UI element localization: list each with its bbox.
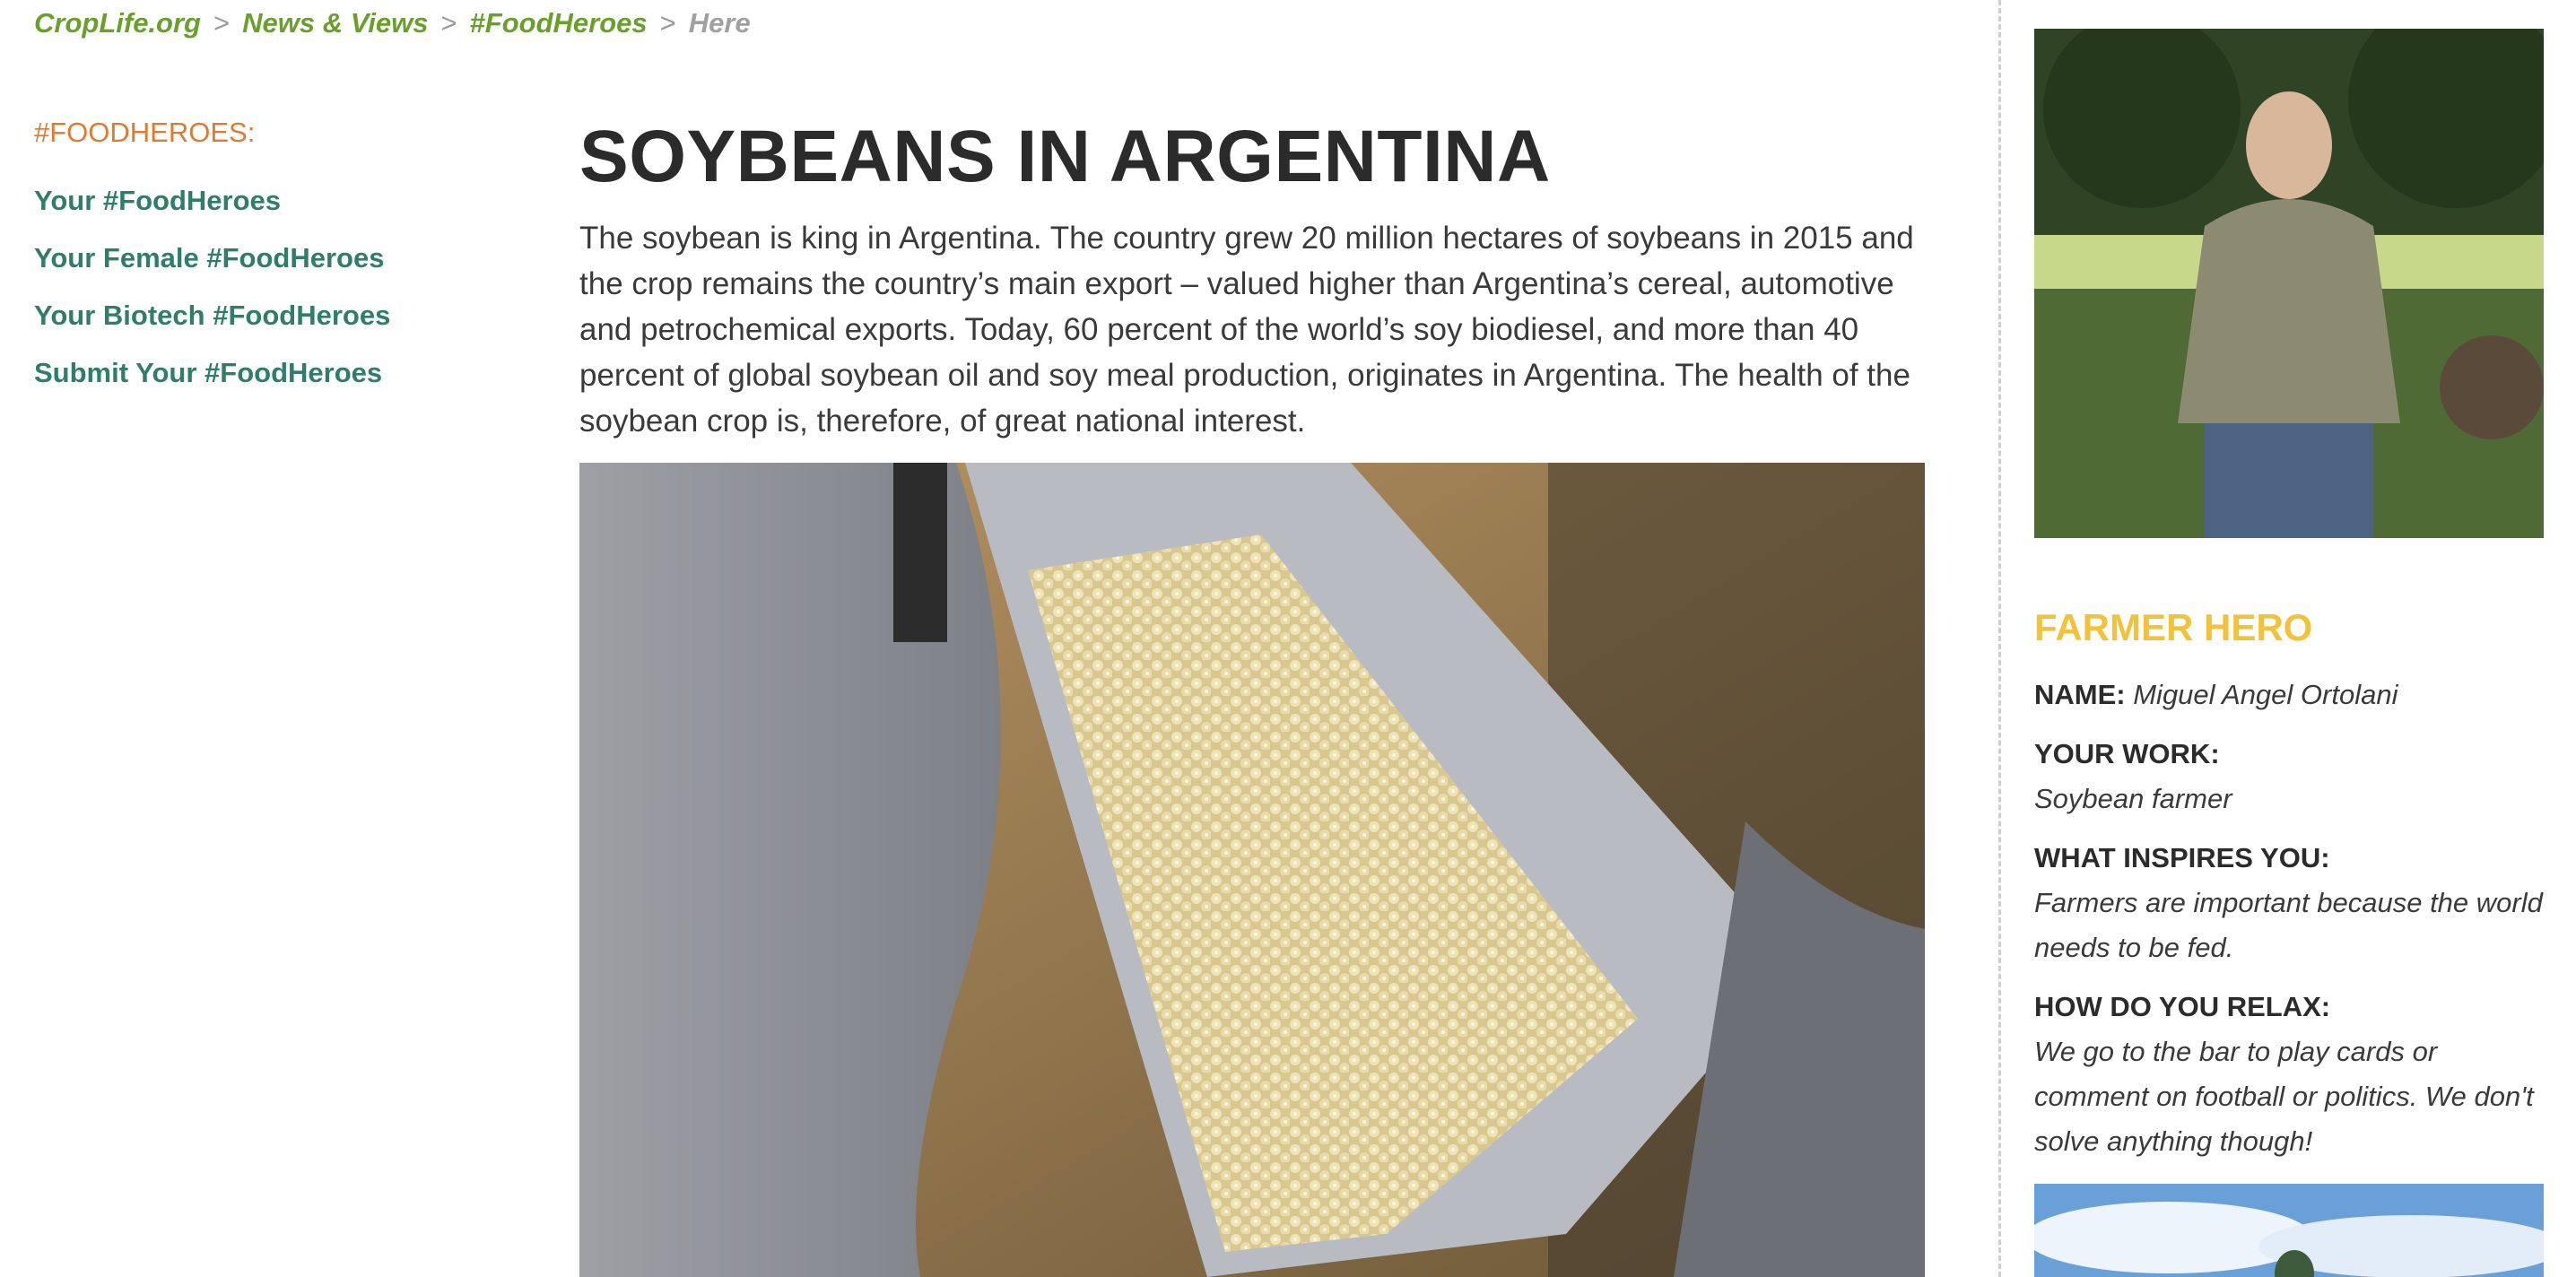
profile-work-label: YOUR WORK:	[2034, 738, 2220, 769]
sidebar-nav: #FOODHEROES: Your #FoodHeroes Your Femal…	[34, 117, 500, 414]
farmer-hero-profile: FARMER HERO NAME: Miguel Angel Ortolani …	[2034, 606, 2544, 1164]
breadcrumb-link-foodheroes[interactable]: #FoodHeroes	[470, 7, 648, 39]
sidebar-link-biotech-foodheroes[interactable]: Your Biotech #FoodHeroes	[34, 300, 500, 332]
page-title: SOYBEANS IN ARGENTINA	[579, 116, 1551, 197]
profile-work-value: Soybean farmer	[2034, 783, 2232, 814]
profile-name-label: NAME:	[2034, 679, 2126, 710]
profile-inspires-value: Farmers are important because the world …	[2034, 887, 2543, 963]
profile-title: FARMER HERO	[2034, 606, 2313, 648]
profile-relax-value: We go to the bar to play cards or commen…	[2034, 1036, 2534, 1157]
profile-inspires-label: WHAT INSPIRES YOU:	[2034, 842, 2330, 873]
profile-name-row: NAME: Miguel Angel Ortolani	[2034, 673, 2544, 717]
sidebar-link-female-foodheroes[interactable]: Your Female #FoodHeroes	[34, 242, 500, 274]
profile-relax-label: HOW DO YOU RELAX:	[2034, 991, 2331, 1022]
secondary-photo	[2034, 1184, 2544, 1277]
breadcrumb-separator: >	[213, 7, 231, 39]
sidebar-heading: #FOODHEROES:	[34, 117, 256, 148]
breadcrumb-separator: >	[659, 7, 676, 39]
breadcrumb-separator: >	[440, 7, 457, 39]
farmer-portrait-photo	[2034, 29, 2544, 538]
breadcrumb-link-news-views[interactable]: News & Views	[242, 7, 428, 39]
breadcrumb-link-home[interactable]: CropLife.org	[34, 7, 201, 39]
profile-name-value: Miguel Angel Ortolani	[2133, 679, 2398, 710]
sidebar-link-your-foodheroes[interactable]: Your #FoodHeroes	[34, 185, 500, 217]
profile-work: YOUR WORK: Soybean farmer	[2034, 732, 2544, 821]
profile-relax: HOW DO YOU RELAX: We go to the bar to pl…	[2034, 985, 2544, 1164]
soybeans-photo	[579, 463, 1925, 1277]
article: SOYBEANS IN ARGENTINA The soybean is kin…	[579, 116, 1925, 444]
column-divider	[1998, 0, 2001, 1277]
breadcrumb: CropLife.org > News & Views > #FoodHeroes > He…	[34, 7, 751, 39]
sidebar-link-submit-foodheroes[interactable]: Submit Your #FoodHeroes	[34, 357, 500, 389]
breadcrumb-current: Here	[688, 7, 751, 39]
profile-inspires: WHAT INSPIRES YOU: Farmers are important…	[2034, 836, 2544, 970]
article-intro: The soybean is king in Argentina. The co…	[579, 221, 1914, 439]
